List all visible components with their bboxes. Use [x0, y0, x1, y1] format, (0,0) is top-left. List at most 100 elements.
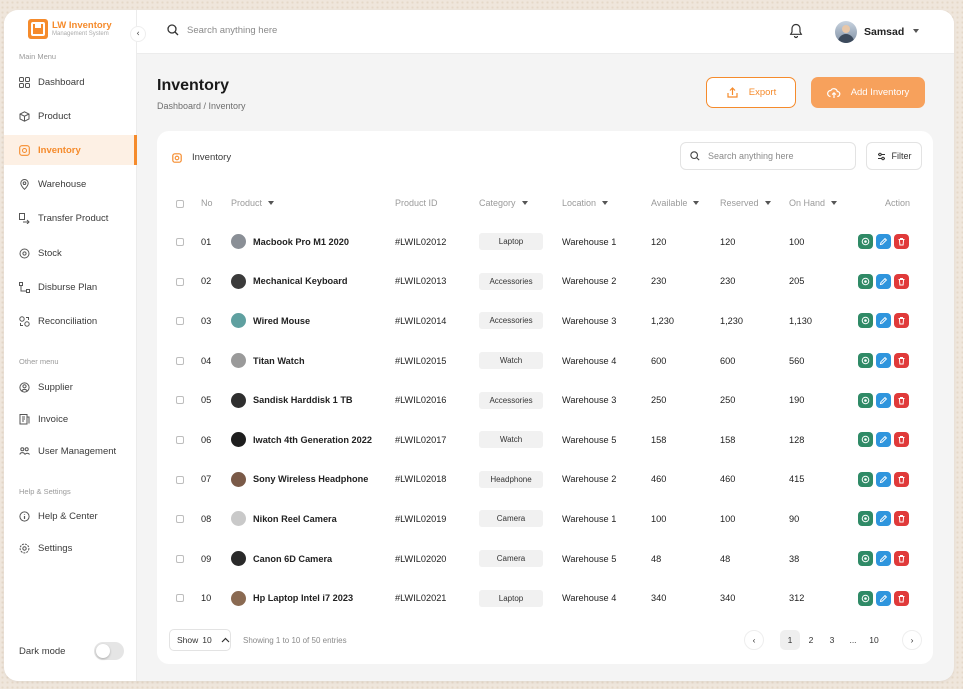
export-button[interactable]: Export	[706, 77, 796, 108]
category-cell: Camera	[479, 539, 543, 579]
row-checkbox[interactable]	[176, 356, 184, 365]
collapse-sidebar-button[interactable]: ‹	[130, 26, 146, 42]
edit-button[interactable]	[876, 313, 891, 329]
sidebar-item-dashboard[interactable]: Dashboard	[4, 67, 137, 97]
available: 230	[651, 276, 667, 287]
delete-button[interactable]	[894, 273, 909, 289]
page-button-2[interactable]: 2	[801, 630, 821, 650]
sidebar-item-settings[interactable]: Settings	[4, 534, 137, 564]
edit-button[interactable]	[876, 471, 891, 487]
row-actions	[858, 420, 909, 460]
table-row[interactable]: 01 Macbook Pro M1 2020 #LWIL02012 Laptop War…	[157, 222, 933, 262]
filter-button[interactable]: Filter	[866, 142, 922, 170]
view-button[interactable]	[858, 313, 873, 329]
global-search[interactable]: Search anything here	[167, 24, 277, 36]
header-category[interactable]: Category	[479, 198, 528, 208]
view-button[interactable]	[858, 551, 873, 567]
bell-icon[interactable]	[789, 23, 803, 39]
delete-button[interactable]	[894, 392, 909, 408]
view-button[interactable]	[858, 392, 873, 408]
available: 158	[651, 434, 667, 445]
product-thumbnail	[231, 511, 246, 527]
edit-button[interactable]	[876, 432, 891, 448]
chevron-down-icon[interactable]	[913, 29, 919, 33]
table-row[interactable]: 06 Iwatch 4th Generation 2022 #LWIL02017 Wa…	[157, 420, 933, 460]
sidebar-item-warehouse[interactable]: Warehouse	[4, 170, 137, 200]
row-checkbox[interactable]	[176, 594, 184, 603]
view-button[interactable]	[858, 590, 873, 606]
sidebar-item-transfer-product[interactable]: Transfer Product	[4, 204, 137, 234]
table-row[interactable]: 05 Sandisk Harddisk 1 TB #LWIL02016 Accesso…	[157, 380, 933, 420]
row-checkbox[interactable]	[176, 436, 184, 444]
sidebar-item-inventory[interactable]: Inventory	[4, 135, 137, 166]
table-search-input[interactable]: Search anything here	[680, 142, 856, 170]
header-product[interactable]: Product	[231, 198, 275, 208]
table-row[interactable]: 03 Wired Mouse #LWIL02014 Accessories Wareho…	[157, 301, 933, 341]
sidebar-item-invoice[interactable]: Invoice	[4, 404, 137, 434]
header-location[interactable]: Location	[562, 198, 609, 208]
edit-button[interactable]	[876, 353, 891, 369]
sidebar-item-help-center[interactable]: Help & Center	[4, 501, 137, 531]
table-row[interactable]: 09 Canon 6D Camera #LWIL02020 Camera Warehou…	[157, 539, 933, 579]
sidebar-item-reconciliation[interactable]: Reconciliation	[4, 306, 137, 336]
row-actions	[858, 578, 909, 618]
table-row[interactable]: 02 Mechanical Keyboard #LWIL02013 Accessori…	[157, 262, 933, 302]
header-on-hand[interactable]: On Hand	[789, 198, 838, 208]
edit-button[interactable]	[876, 551, 891, 567]
edit-button[interactable]	[876, 511, 891, 527]
edit-button[interactable]	[876, 273, 891, 289]
page-button-1[interactable]: 1	[780, 630, 800, 650]
row-checkbox[interactable]	[176, 554, 184, 563]
delete-button[interactable]	[894, 511, 909, 527]
header-available[interactable]: Available	[651, 198, 700, 208]
edit-button[interactable]	[876, 234, 891, 250]
row-checkbox[interactable]	[176, 396, 184, 405]
page-button-10[interactable]: 10	[864, 630, 884, 650]
delete-button[interactable]	[894, 313, 909, 329]
product-name: Nikon Reel Camera	[253, 513, 337, 524]
sidebar-item-user-management[interactable]: User Management	[4, 437, 137, 467]
trash-icon	[898, 238, 905, 246]
page-size-select[interactable]: Show 10	[169, 629, 231, 651]
add-inventory-button[interactable]: Add Inventory	[811, 77, 925, 108]
view-button[interactable]	[858, 511, 873, 527]
sidebar-item-disburse-plan[interactable]: Disburse Plan	[4, 272, 137, 302]
row-checkbox[interactable]	[176, 238, 184, 246]
view-button[interactable]	[858, 273, 873, 289]
view-button[interactable]	[858, 353, 873, 369]
delete-button[interactable]	[894, 551, 909, 567]
product-cell: Mechanical Keyboard	[231, 262, 347, 302]
edit-button[interactable]	[876, 392, 891, 408]
table-row[interactable]: 07 Sony Wireless Headphone #LWIL02018 Headp…	[157, 460, 933, 500]
dark-mode-toggle[interactable]	[94, 642, 124, 660]
delete-button[interactable]	[894, 432, 909, 448]
table-row[interactable]: 04 Titan Watch #LWIL02015 Watch Warehouse 4 6…	[157, 341, 933, 381]
brand-logo[interactable]: LW Inventory Management System	[28, 19, 112, 39]
avatar[interactable]	[835, 21, 857, 43]
row-checkbox[interactable]	[176, 515, 184, 524]
row-checkbox[interactable]	[176, 317, 184, 326]
view-button[interactable]	[858, 432, 873, 448]
delete-button[interactable]	[894, 590, 909, 606]
row-checkbox[interactable]	[176, 475, 184, 484]
table-row[interactable]: 10 Hp Laptop Intel i7 2023 #LWIL02021 Lapto…	[157, 578, 933, 618]
sidebar-item-supplier[interactable]: Supplier	[4, 372, 137, 402]
delete-button[interactable]	[894, 234, 909, 250]
view-button[interactable]	[858, 471, 873, 487]
select-all-checkbox[interactable]	[176, 200, 184, 208]
sidebar-item-product[interactable]: Product	[4, 101, 137, 131]
user-name[interactable]: Samsad	[864, 26, 904, 38]
delete-button[interactable]	[894, 353, 909, 369]
table-row[interactable]: 08 Nikon Reel Camera #LWIL02019 Camera Wareh…	[157, 499, 933, 539]
edit-button[interactable]	[876, 590, 891, 606]
prev-page-button[interactable]: ‹	[744, 630, 764, 650]
row-no: 01	[201, 236, 212, 247]
row-checkbox[interactable]	[176, 277, 184, 286]
view-button[interactable]	[858, 234, 873, 250]
header-reserved[interactable]: Reserved	[720, 198, 771, 208]
page-button-3[interactable]: 3	[822, 630, 842, 650]
location: Warehouse 5	[562, 553, 617, 564]
sidebar-item-stock[interactable]: Stock	[4, 238, 137, 268]
delete-button[interactable]	[894, 471, 909, 487]
next-page-button[interactable]: ›	[902, 630, 922, 650]
